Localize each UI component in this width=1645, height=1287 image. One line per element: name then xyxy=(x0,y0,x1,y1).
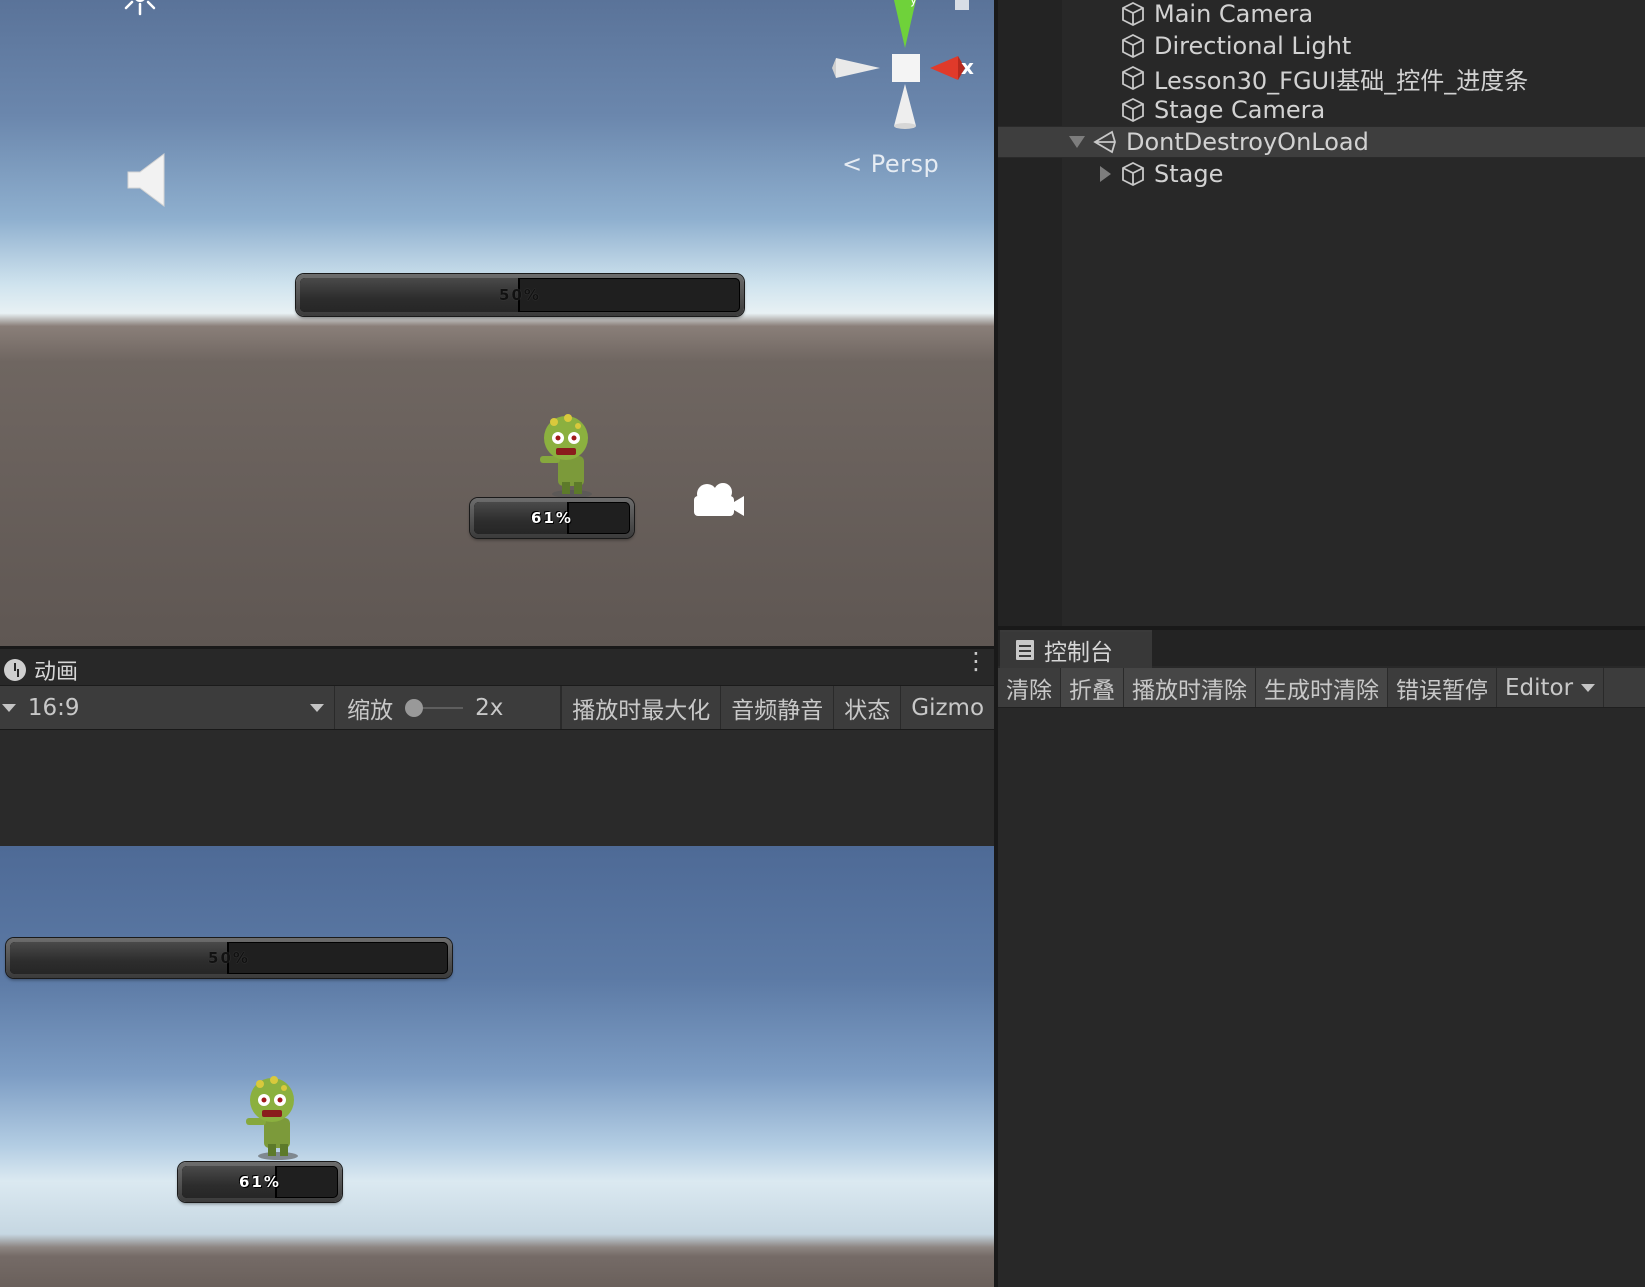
more-options-icon[interactable]: ⋮ xyxy=(964,649,988,673)
scale-slider-thumb[interactable] xyxy=(405,698,424,717)
gameobject-cube-icon xyxy=(1122,33,1144,59)
audio-source-icon[interactable] xyxy=(126,152,166,208)
game-tab-label: 动画 xyxy=(34,660,79,685)
chevron-down-icon xyxy=(1,703,16,712)
scene-progress-bar-large: 50% xyxy=(296,274,744,316)
gizmos-button[interactable]: Gizmo xyxy=(900,686,994,729)
zombie-sprite xyxy=(540,414,592,498)
aspect-dropdown[interactable]: 16:9 xyxy=(18,686,336,729)
gizmo-x-label: x xyxy=(961,55,974,79)
stats-button[interactable]: 状态 xyxy=(833,686,900,729)
scene-view[interactable]: y x < Persp 50% 61% xyxy=(0,0,994,646)
aspect-label: 16:9 xyxy=(27,694,80,721)
hierarchy-item-label: Stage xyxy=(1154,160,1224,188)
game-progress-bar-small: 61% xyxy=(178,1162,342,1202)
sun-icon[interactable] xyxy=(122,0,158,18)
clear-button[interactable]: 清除 xyxy=(998,668,1061,707)
clock-icon xyxy=(4,659,26,681)
scene-gizmo[interactable]: y xyxy=(830,0,980,140)
gameobject-cube-icon xyxy=(1122,1,1144,27)
maximize-on-play-button[interactable]: 播放时最大化 xyxy=(561,686,720,729)
foldout-collapsed-icon[interactable] xyxy=(1096,165,1114,183)
game-view[interactable]: 50% 61% xyxy=(0,846,994,1287)
hierarchy-item-stage[interactable]: Stage xyxy=(998,158,1645,190)
zombie-sprite xyxy=(246,1076,298,1160)
scene-progress-bar-small: 61% xyxy=(470,498,634,538)
persp-label[interactable]: < Persp xyxy=(842,150,939,178)
scene-progress-label-large: 50% xyxy=(499,286,541,304)
scale-label: 缩放 xyxy=(347,697,394,724)
scale-value: 2x xyxy=(475,694,504,721)
console-tabbar: 控制台 xyxy=(998,630,1645,668)
game-toolbar: 16:9 缩放 2x 播放时最大化 音频静音 状态 Gizmo xyxy=(0,686,994,730)
hierarchy-item-directional-light[interactable]: Directional Light xyxy=(998,30,1645,62)
camera-icon[interactable] xyxy=(690,480,746,522)
console-icon xyxy=(1016,640,1034,660)
scene-progress-label-small: 61% xyxy=(531,509,573,527)
game-progress-label-large: 50% xyxy=(208,949,250,967)
gameobject-cube-icon xyxy=(1122,97,1144,123)
hierarchy-item-dontdestroyonload[interactable]: DontDestroyOnLoad xyxy=(998,126,1645,158)
hierarchy-panel: Main Camera Directional Light Lesson30_F… xyxy=(998,0,1645,626)
hierarchy-item-label: Stage Camera xyxy=(1154,96,1326,124)
scale-control: 缩放 2x xyxy=(335,686,562,729)
hierarchy-item-lesson30[interactable]: Lesson30_FGUI基础_控件_进度条 xyxy=(998,62,1645,95)
display-dropdown[interactable] xyxy=(0,686,18,729)
game-view-header: 动画 ⋮ xyxy=(0,646,994,686)
chevron-down-icon xyxy=(1581,683,1596,692)
hierarchy-item-label: Lesson30_FGUI基础_控件_进度条 xyxy=(1154,66,1529,95)
game-letterbox xyxy=(0,730,994,846)
editor-dropdown-label: Editor xyxy=(1505,674,1574,701)
unity-scene-icon xyxy=(1093,130,1116,154)
persp-text: Persp xyxy=(870,150,940,178)
game-progress-bar-large: 50% xyxy=(6,938,452,978)
hierarchy-item-label: Main Camera xyxy=(1154,0,1314,28)
hierarchy-item-main-camera[interactable]: Main Camera xyxy=(998,0,1645,30)
foldout-expanded-icon[interactable] xyxy=(1068,133,1086,151)
game-progress-label-small: 61% xyxy=(239,1173,281,1191)
collapse-toggle[interactable]: 折叠 xyxy=(1061,668,1124,707)
gameobject-cube-icon xyxy=(1122,65,1144,91)
error-pause-toggle[interactable]: 错误暂停 xyxy=(1388,668,1497,707)
console-toolbar: 清除 折叠 播放时清除 生成时清除 错误暂停 Editor xyxy=(998,668,1645,708)
hierarchy-item-label: DontDestroyOnLoad xyxy=(1126,128,1369,156)
gizmo-y-label: y xyxy=(910,0,917,7)
hierarchy-item-label: Directional Light xyxy=(1154,32,1352,60)
gameobject-cube-icon xyxy=(1122,161,1144,187)
scale-slider[interactable] xyxy=(405,698,464,718)
editor-dropdown[interactable]: Editor xyxy=(1497,668,1605,707)
hierarchy-item-stage-camera[interactable]: Stage Camera xyxy=(998,94,1645,126)
clear-on-build-toggle[interactable]: 生成时清除 xyxy=(1256,668,1388,707)
tab-console[interactable]: 控制台 xyxy=(1000,630,1152,668)
console-panel: 控制台 清除 折叠 播放时清除 生成时清除 错误暂停 Editor xyxy=(998,630,1645,1287)
tab-game[interactable]: 动画 xyxy=(4,653,78,687)
console-tab-label: 控制台 xyxy=(1044,640,1113,666)
clear-on-play-toggle[interactable]: 播放时清除 xyxy=(1124,668,1256,707)
mute-audio-button[interactable]: 音频静音 xyxy=(720,686,833,729)
chevron-down-icon xyxy=(310,703,325,712)
